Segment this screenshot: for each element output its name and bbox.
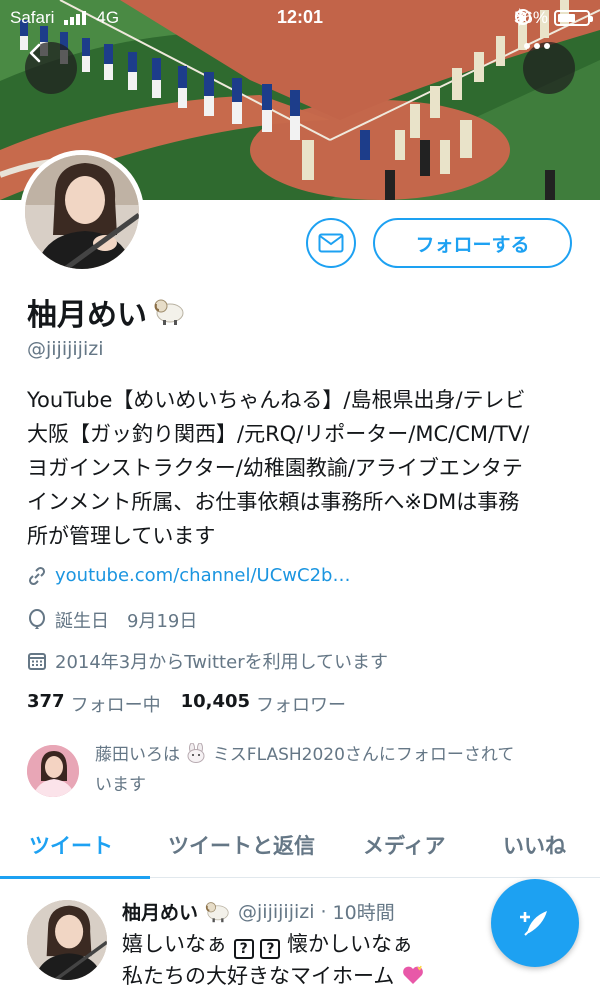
birthday-row: 誕生日 9月19日 [27,607,197,633]
profile-name-text: 柚月めい [27,298,147,333]
rabbit-emoji [187,742,205,763]
sheep-emoji [205,901,229,922]
status-bar: Safari 4G 12:01 56% [0,0,600,36]
profile-tabs: ツイート ツイートと返信 メディア いいね [0,820,600,879]
tweet-separator: · [320,900,327,923]
tweet-text-line2: 私たちの大好きなマイホーム [122,964,395,987]
following-label[interactable]: フォロー中 [71,691,161,717]
follow-button[interactable]: フォローする [373,218,572,268]
birthday-value: 9月19日 [127,611,198,632]
back-button[interactable] [25,42,77,94]
tweet-header: 柚月めい @jijijijizi · 10時間 [122,898,395,925]
calendar-icon [28,653,46,670]
followed-by-line2: います [95,775,146,795]
followers-label[interactable]: フォロワー [256,691,346,717]
link-icon [28,566,46,585]
tweet-author-name: 柚月めい [122,902,199,924]
followed-by-rest: ミスFLASH2020さんにフォローされて [212,745,515,765]
heart-emoji [403,965,423,984]
tab-tweets-and-replies[interactable]: ツイートと返信 [168,830,315,860]
bio-line: ヨガインストラクター/幼稚園教諭/アライブエンタテ [27,456,523,480]
battery-icon [554,10,593,26]
tab-media[interactable]: メディア [363,830,446,860]
follow-counts: 377 フォロー中 10,405 フォロワー [27,691,346,717]
tweet-avatar-image [27,900,107,980]
birthday-label: 誕生日 [55,611,109,632]
tweet-text-part: 懐かしいなぁ [287,932,414,956]
profile-link[interactable]: youtube.com/channel/UCwC2b… [55,565,350,586]
bio-line: 大阪【ガッ釣り関西】/元RQ/リポーター/MC/CM/TV/ [27,422,530,446]
bio-line: 所が管理しています [27,524,216,548]
profile-link-row: youtube.com/channel/UCwC2b… [27,565,350,586]
avatar-image [25,155,139,269]
unknown-glyph-box: ? [260,939,281,959]
profile-name: 柚月めい [27,290,187,334]
profile-avatar[interactable] [20,150,144,274]
following-count[interactable]: 377 [27,691,65,717]
compose-icon [520,911,547,936]
profile-bio: YouTube【めいめいちゃんねる】/島根県出身/テレビ 大阪【ガッ釣り関西】/… [27,383,582,553]
balloon-icon [29,609,45,629]
bio-line: YouTube【めいめいちゃんねる】/島根県出身/テレビ [27,388,526,412]
followed-by-name: 藤田いろは [95,745,180,765]
unknown-glyph-box: ? [233,939,254,959]
compose-tweet-button[interactable] [491,879,579,967]
followed-by-text: 藤田いろは ミスFLASH2020さんにフォローされて います [95,740,585,800]
profile-handle: @jijijijizi [27,338,104,360]
tweet-author-handle: @jijijijizi [238,900,315,923]
tab-tweets[interactable]: ツイート [29,830,113,860]
more-button[interactable] [523,42,575,94]
clock: 12:01 [276,7,324,27]
joined-date: 2014年3月からTwitterを利用しています [55,652,389,673]
mail-icon [318,233,344,253]
joined-row: 2014年3月からTwitterを利用しています [27,648,388,674]
message-button[interactable] [306,218,356,268]
sheep-emoji [154,299,184,325]
tab-likes[interactable]: いいね [503,830,566,860]
followed-by-avatar-image [27,745,79,797]
followers-count[interactable]: 10,405 [181,691,250,717]
bio-line: インメント所属、お仕事依頼は事務所へ※DMは事務 [27,490,520,514]
tweet-avatar[interactable] [27,900,107,980]
tweet-text: 嬉しいなぁ ? ? 懐かしいなぁ 私たちの大好きなマイホーム [122,928,425,987]
tweet-time: 10時間 [332,902,395,924]
back-icon [29,43,41,63]
followed-by-avatar [27,745,79,797]
more-icon [524,43,550,49]
active-tab-indicator [0,876,150,879]
bluetooth-icon [515,8,526,26]
tweet-text-part: 嬉しいなぁ [122,932,227,956]
